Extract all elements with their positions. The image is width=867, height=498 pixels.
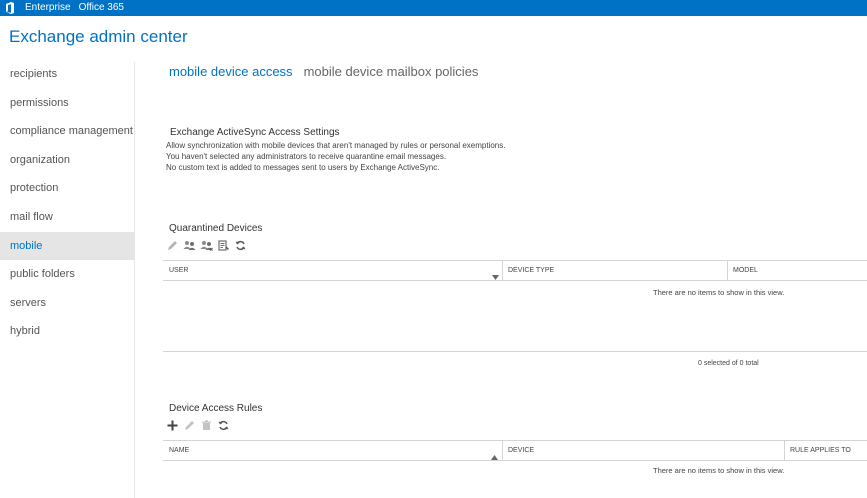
refresh-icon[interactable] <box>234 239 247 251</box>
nav-item-hybrid[interactable]: hybrid <box>0 317 134 346</box>
eas-line-custom-text: No custom text is added to messages sent… <box>166 163 440 172</box>
column-model[interactable]: MODEL <box>727 261 758 280</box>
rules-empty-message: There are no items to show in this view. <box>653 466 785 475</box>
quarantined-toolbar <box>166 239 251 251</box>
quarantined-selection-count: 0 selected of 0 total <box>698 360 759 367</box>
details-icon[interactable] <box>217 239 230 251</box>
office-logo-icon[interactable] <box>2 0 18 16</box>
left-nav: recipients permissions compliance manage… <box>0 60 134 346</box>
edit-icon[interactable] <box>183 419 196 431</box>
column-user[interactable]: USER <box>163 261 188 280</box>
eas-settings-title: Exchange ActiveSync Access Settings <box>170 127 340 138</box>
nav-item-compliance-management[interactable]: compliance management <box>0 117 134 146</box>
sort-down-icon[interactable] <box>492 267 499 285</box>
allow-users-icon[interactable] <box>183 239 196 251</box>
quarantined-empty-message: There are no items to show in this view. <box>653 288 785 297</box>
topbar-link-office365[interactable]: Office 365 <box>79 0 124 16</box>
nav-item-public-folders[interactable]: public folders <box>0 260 134 289</box>
app-title: Exchange admin center <box>9 27 188 46</box>
topbar-link-enterprise[interactable]: Enterprise <box>25 0 71 16</box>
quarantined-grid-header: USER DEVICE TYPE MODEL <box>163 260 867 281</box>
nav-item-recipients[interactable]: recipients <box>0 60 134 89</box>
tab-mobile-device-mailbox-policies[interactable]: mobile device mailbox policies <box>304 64 479 79</box>
nav-divider <box>134 62 135 498</box>
rules-grid-header: NAME DEVICE RULE APPLIES TO <box>163 440 867 461</box>
eas-line-sync: Allow synchronization with mobile device… <box>166 141 506 150</box>
nav-item-permissions[interactable]: permissions <box>0 89 134 118</box>
tab-strip: mobile device access mobile device mailb… <box>169 64 489 79</box>
edit-icon[interactable] <box>166 239 179 251</box>
device-access-rules-title: Device Access Rules <box>169 403 263 414</box>
add-icon[interactable] <box>166 419 179 431</box>
quarantined-grid-footer <box>163 351 867 352</box>
quarantined-devices-title: Quarantined Devices <box>169 223 263 234</box>
block-users-icon[interactable] <box>200 239 213 251</box>
nav-item-protection[interactable]: protection <box>0 174 134 203</box>
column-device[interactable]: DEVICE <box>502 441 534 460</box>
nav-item-servers[interactable]: servers <box>0 289 134 318</box>
sort-up-icon[interactable] <box>491 447 498 465</box>
eas-settings-lines: Allow synchronization with mobile device… <box>166 140 505 173</box>
column-name[interactable]: NAME <box>163 441 189 460</box>
refresh-icon[interactable] <box>217 419 230 431</box>
rules-toolbar <box>166 419 234 431</box>
column-device-type[interactable]: DEVICE TYPE <box>502 261 554 280</box>
nav-item-mail-flow[interactable]: mail flow <box>0 203 134 232</box>
tab-mobile-device-access[interactable]: mobile device access <box>169 64 293 79</box>
eas-line-admins: You haven't selected any administrators … <box>166 152 447 161</box>
nav-item-organization[interactable]: organization <box>0 146 134 175</box>
delete-icon[interactable] <box>200 419 213 431</box>
top-bar: Enterprise Office 365 <box>0 0 867 16</box>
nav-item-mobile[interactable]: mobile <box>0 231 134 261</box>
column-rule-applies-to[interactable]: RULE APPLIES TO <box>784 441 851 460</box>
